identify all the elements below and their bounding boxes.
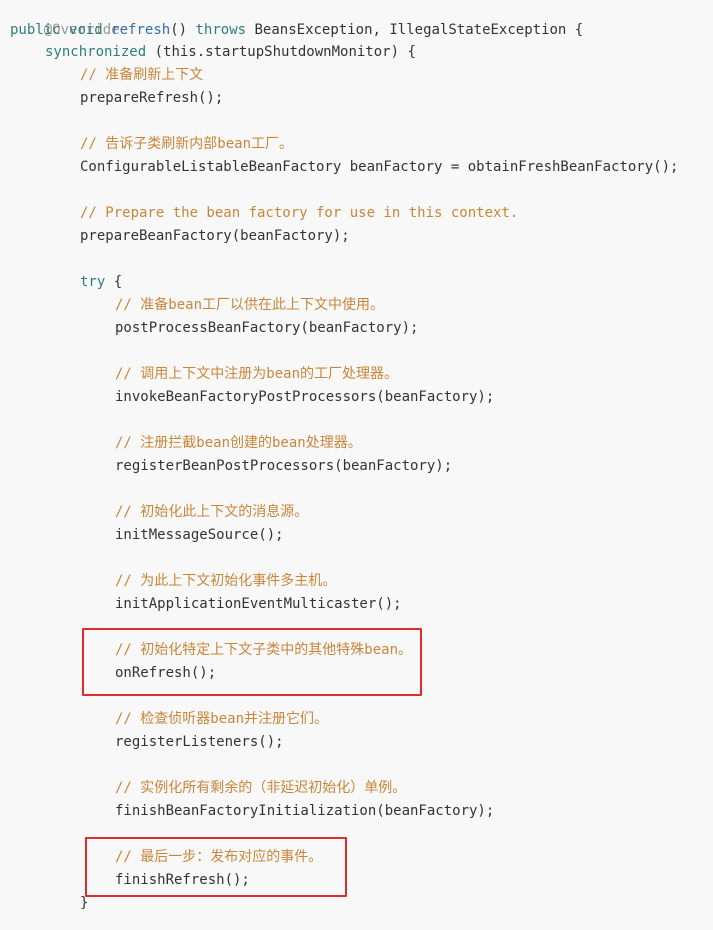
stmt-register-listeners: registerListeners(); [115,734,284,750]
stmt-obtain-factory: ConfigurableListableBeanFactory beanFact… [80,159,679,175]
comment-prepare-factory: // Prepare the bean factory for use in t… [80,205,519,221]
comment-invoke-post-processors: // 调用上下文中注册为bean的工厂处理器。 [115,366,398,382]
code-line-synchronized: synchronized (this.startupShutdownMonito… [45,41,416,63]
stmt-finish-bean-factory-init: finishBeanFactoryInitialization(beanFact… [115,803,495,819]
keyword-void: void [69,22,103,38]
comment-register-bean-post-processors: // 注册拦截bean创建的bean处理器。 [115,435,362,451]
code-line-method-signature: public void refresh() throws BeansExcept… [10,19,583,41]
stmt-post-process: postProcessBeanFactory(beanFactory); [115,320,419,336]
keyword-throws: throws [195,22,247,38]
method-name-refresh: refresh [111,22,171,38]
try-brace: { [105,274,123,290]
keyword-public: public [10,22,61,38]
comment-finish-bean-factory-init: // 实例化所有剩余的（非延迟初始化）单例。 [115,780,407,796]
stmt-register-bean-post-processors: registerBeanPostProcessors(beanFactory); [115,458,453,474]
exception-list: BeansException, IllegalStateException { [254,22,584,38]
comment-init-multicaster: // 为此上下文初始化事件多主机。 [115,573,337,589]
stmt-prepare-refresh: prepareRefresh(); [80,90,224,106]
highlight-box-on-refresh [82,628,422,696]
method-params: () [170,22,188,38]
stmt-invoke-post-processors: invokeBeanFactoryPostProcessors(beanFact… [115,389,495,405]
comment-init-message-source: // 初始化此上下文的消息源。 [115,504,309,520]
code-line-try: try { [80,271,122,293]
stmt-init-message-source: initMessageSource(); [115,527,284,543]
code-block: @Override public void refresh() throws B… [0,0,713,930]
code-line-annotation: @Override [10,0,120,38]
keyword-try: try [80,274,106,290]
stmt-init-multicaster: initApplicationEventMulticaster(); [115,596,402,612]
comment-post-process: // 准备bean工厂以供在此上下文中使用。 [115,297,385,313]
sync-monitor: (this.startupShutdownMonitor) { [146,44,416,60]
highlight-box-finish-refresh [85,837,347,897]
stmt-prepare-factory: prepareBeanFactory(beanFactory); [80,228,350,244]
comment-prepare-refresh: // 准备刷新上下文 [80,67,204,83]
comment-obtain-factory: // 告诉子类刷新内部bean工厂。 [80,136,294,152]
comment-register-listeners: // 检查侦听器bean并注册它们。 [115,711,329,727]
keyword-synchronized: synchronized [45,44,147,60]
